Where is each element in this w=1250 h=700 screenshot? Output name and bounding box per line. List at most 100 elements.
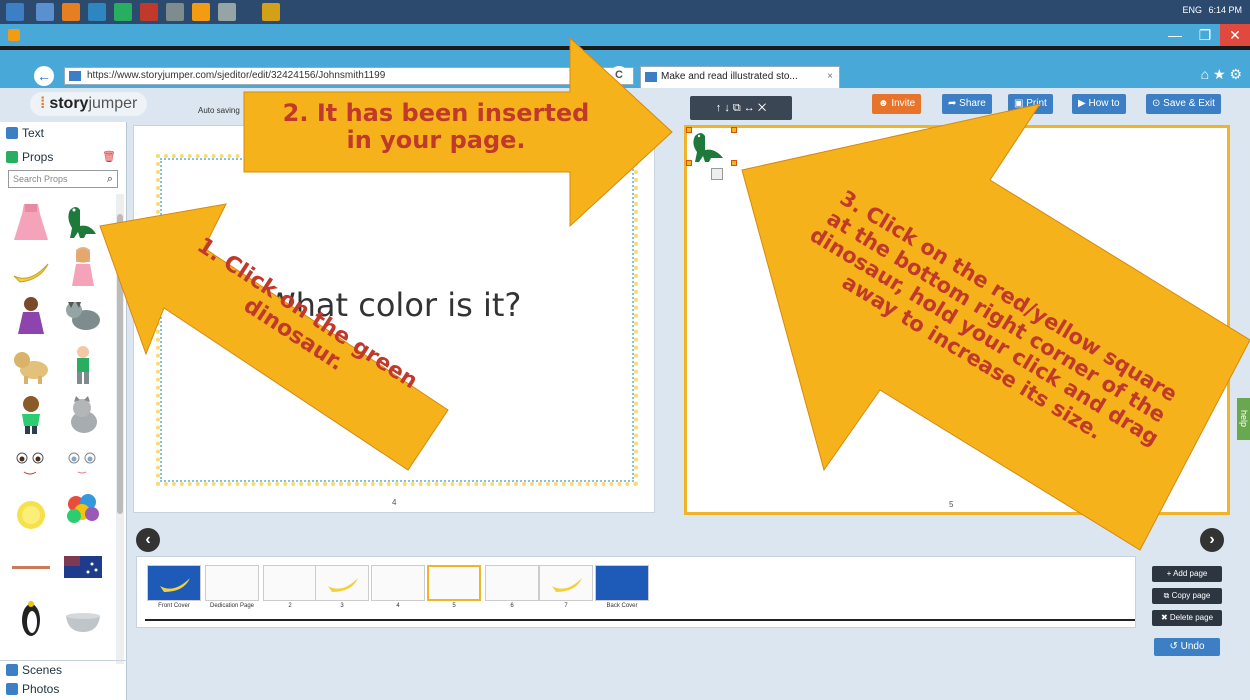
thumb-page-6[interactable]	[485, 565, 539, 601]
prev-page-button[interactable]: ‹	[136, 528, 160, 552]
url-text: https://www.storyjumper.com/sjeditor/edi…	[87, 70, 386, 81]
taskbar-app-icon[interactable]	[166, 3, 184, 21]
minimize-button[interactable]: —	[1160, 24, 1190, 46]
app-header: ⁞ storyjumper Auto saving ☻ Invite ➦ Shar…	[0, 88, 1250, 122]
text-icon	[6, 127, 18, 139]
text-tool[interactable]: Text	[0, 124, 127, 142]
scenes-tool-label: Scenes	[22, 663, 63, 677]
undo-button[interactable]: ↺ Undo	[1154, 638, 1220, 656]
next-page-button[interactable]: ›	[1200, 528, 1224, 552]
prop-sun[interactable]	[10, 494, 52, 536]
left-panel: Text Props 🗑 Search Props ⌕ Scenes Photo…	[0, 122, 127, 700]
tab-favicon-icon	[645, 72, 657, 82]
share-label: Share	[959, 98, 986, 109]
prop-face-blue-eyes[interactable]	[62, 444, 104, 486]
prop-yellow-dog[interactable]	[10, 344, 52, 386]
gear-icon[interactable]: ⚙	[1229, 66, 1242, 82]
invite-button[interactable]: ☻ Invite	[872, 94, 922, 114]
prop-boy-green[interactable]	[10, 394, 52, 436]
page-left[interactable]: What color is it? 4	[133, 125, 655, 513]
save-exit-button[interactable]: ⊙ Save & Exit	[1146, 94, 1221, 114]
text-tool-label: Text	[22, 126, 45, 140]
invite-label: Invite	[891, 98, 916, 109]
prop-penguin[interactable]	[10, 596, 52, 638]
tab-close-icon[interactable]: ×	[827, 67, 833, 87]
rotate-icon[interactable]	[711, 168, 723, 180]
address-row: ← https://www.storyjumper.com/sjeditor/e…	[0, 64, 1250, 88]
browser-tab[interactable]: Make and read illustrated sto... ×	[640, 66, 840, 88]
prop-girl-purple[interactable]	[10, 294, 52, 336]
taskbar-app-icon[interactable]	[192, 3, 210, 21]
inserted-dinosaur[interactable]	[689, 130, 733, 164]
thumb-page-2[interactable]	[263, 565, 317, 601]
url-field[interactable]: https://www.storyjumper.com/sjeditor/edi…	[64, 67, 634, 85]
resize-handle-bottom-left[interactable]	[686, 160, 692, 166]
thumb-page-4[interactable]	[371, 565, 425, 601]
prop-balloons[interactable]	[62, 490, 104, 532]
thumb-page-5[interactable]	[427, 565, 481, 601]
browser-app-icon	[8, 29, 20, 41]
thumb-page-3[interactable]	[315, 565, 369, 601]
back-button[interactable]: ←	[34, 66, 54, 86]
photos-tool[interactable]: Photos	[0, 680, 127, 698]
logo-text-story: story	[49, 95, 89, 112]
thumb-label: Front Cover	[158, 603, 190, 609]
video-icon: ▶	[1078, 98, 1089, 109]
trash-icon[interactable]: 🗑	[102, 150, 116, 163]
thumb-back-cover[interactable]	[595, 565, 649, 601]
start-icon[interactable]	[6, 3, 24, 21]
taskbar-app-icon[interactable]	[114, 3, 132, 21]
thumb-front-cover[interactable]	[147, 565, 201, 601]
search-icon[interactable]: ⌕	[107, 171, 113, 187]
page-number: 4	[392, 498, 397, 507]
photos-icon	[6, 683, 18, 695]
share-button[interactable]: ➦ Share	[942, 94, 992, 114]
star-icon[interactable]: ★	[1213, 66, 1226, 82]
thumb-page-7[interactable]	[539, 565, 593, 601]
prop-grey-cat[interactable]	[62, 394, 104, 436]
print-button[interactable]: ▣ Print	[1008, 94, 1053, 114]
resize-handle-top-right[interactable]	[731, 127, 737, 133]
taskbar-app-icon[interactable]	[140, 3, 158, 21]
scenes-tool[interactable]: Scenes	[0, 660, 127, 678]
prop-dress[interactable]	[10, 200, 52, 242]
props-icon	[6, 151, 18, 163]
prop-bowl[interactable]	[62, 600, 104, 642]
howto-button[interactable]: ▶ How to	[1072, 94, 1126, 114]
add-page-button[interactable]: + Add page	[1152, 566, 1222, 582]
search-props-input[interactable]: Search Props ⌕	[8, 170, 118, 188]
prop-boy[interactable]	[62, 344, 104, 386]
prop-banana[interactable]	[10, 250, 52, 292]
props-scrollbar[interactable]	[116, 194, 124, 664]
prop-face-brown-eyes[interactable]	[10, 444, 52, 486]
prop-stick[interactable]	[10, 546, 52, 588]
prop-australia-flag[interactable]	[62, 546, 104, 588]
refresh-button[interactable]: C	[610, 66, 628, 84]
taskbar-app-icon[interactable]	[262, 3, 280, 21]
delete-page-button[interactable]: ✖ Delete page	[1152, 610, 1222, 626]
site-favicon-icon	[69, 71, 81, 81]
maximize-button[interactable]: ❐	[1190, 24, 1220, 46]
scroll-thumb[interactable]	[117, 214, 123, 514]
home-icon[interactable]: ⌂	[1201, 66, 1209, 82]
scenes-icon	[6, 664, 18, 676]
taskbar-app-icon[interactable]	[88, 3, 106, 21]
thumb-label: 4	[396, 603, 400, 609]
taskbar-app-icon[interactable]	[62, 3, 80, 21]
page-filmstrip: Front Cover Dedication Page 2 3 4 5 6 7 …	[136, 556, 1136, 628]
prop-husky-dog[interactable]	[62, 294, 104, 336]
prop-green-dinosaur[interactable]	[62, 200, 104, 242]
help-tab[interactable]: help	[1237, 398, 1250, 440]
close-window-button[interactable]: ✕	[1220, 24, 1250, 46]
thumb-label: 6	[510, 603, 514, 609]
resize-handle-bottom-right[interactable]	[731, 160, 737, 166]
object-toolbar[interactable]: ↑ ↓ ⧉ ↔ ✕	[690, 96, 792, 120]
tab-title: Make and read illustrated sto...	[661, 71, 798, 82]
taskbar-app-icon[interactable]	[36, 3, 54, 21]
thumb-dedication[interactable]	[205, 565, 259, 601]
taskbar-app-icon[interactable]	[218, 3, 236, 21]
browser-titlebar: — ❐ ✕	[0, 24, 1250, 46]
resize-handle-top-left[interactable]	[686, 127, 692, 133]
copy-page-button[interactable]: ⧉ Copy page	[1152, 588, 1222, 604]
prop-princess[interactable]	[62, 246, 104, 288]
